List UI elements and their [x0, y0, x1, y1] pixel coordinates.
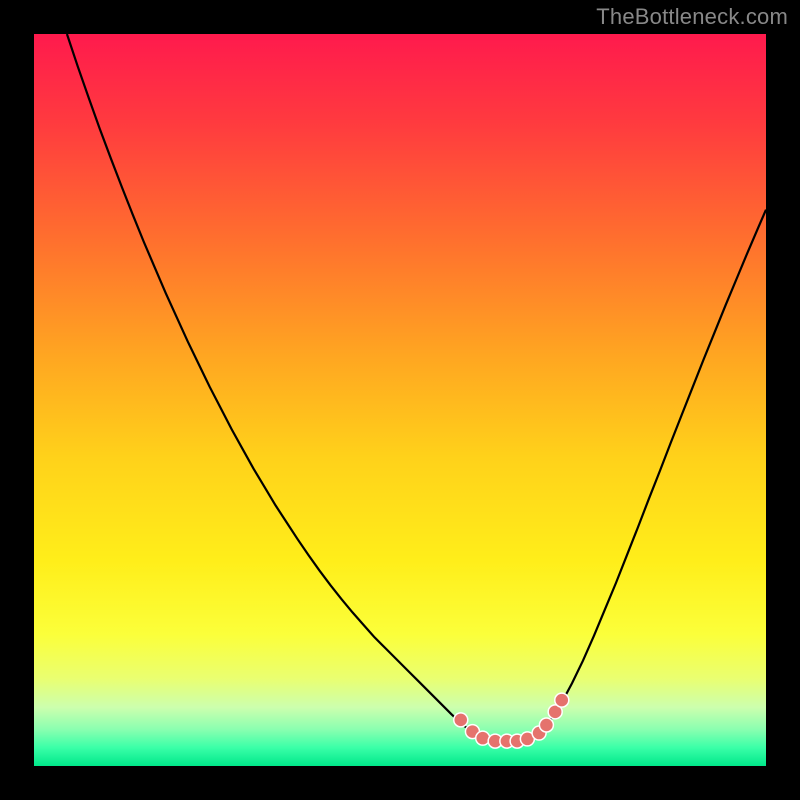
chart-frame: TheBottleneck.com [0, 0, 800, 800]
marker-dot [539, 718, 553, 732]
marker-dot [454, 713, 468, 727]
watermark-text: TheBottleneck.com [596, 4, 788, 30]
bottleneck-curve [67, 34, 766, 740]
marker-dot [476, 731, 490, 745]
highlight-dots [454, 693, 569, 748]
marker-dot [555, 693, 569, 707]
curve-layer [34, 34, 766, 766]
plot-area [34, 34, 766, 766]
